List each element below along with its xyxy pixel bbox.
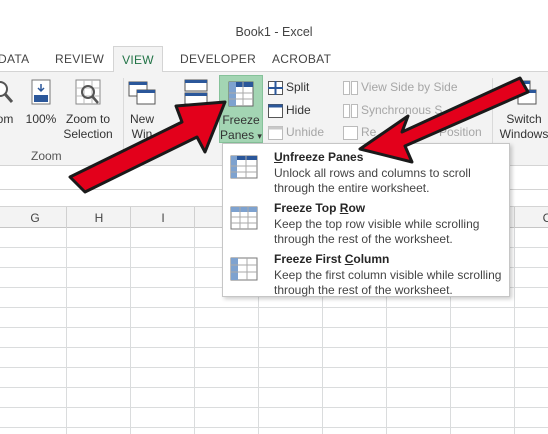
- menu-item-freeze-top-row[interactable]: Freeze Top Row Keep the top row visible …: [223, 196, 509, 246]
- chevron-down-icon: ▾: [257, 131, 262, 141]
- reset-position-label-end: Position: [439, 125, 482, 139]
- freeze-panes-line1: Freeze: [222, 113, 260, 127]
- hide-window-icon: [268, 103, 283, 118]
- column-header-h[interactable]: H: [84, 211, 114, 225]
- freeze-top-row-description: Keep the top row visible while scrolling…: [274, 217, 480, 246]
- reset-position-label-start: Re: [361, 125, 377, 139]
- freeze-panes-menu: Unfreeze Panes Unlock all rows and colum…: [222, 143, 510, 297]
- zoom-to-selection-line2: Selection: [63, 127, 113, 141]
- switch-windows-button[interactable]: Switch Windows: [497, 78, 548, 142]
- synchronous-scrolling-button[interactable]: Synchronous S: [343, 103, 442, 118]
- new-window-line1: New: [129, 112, 154, 126]
- new-window-icon: [128, 81, 156, 105]
- hide-label: Hide: [286, 103, 311, 117]
- zoom-group-label: Zoom: [31, 149, 62, 163]
- zoom-label: om: [0, 112, 14, 126]
- freeze-top-row-icon: [230, 206, 258, 230]
- window-title: Book1 - Excel: [235, 25, 313, 39]
- new-window-button[interactable]: New Win: [122, 78, 162, 142]
- side-by-side-icon: [343, 80, 358, 95]
- magnifier-icon: [0, 81, 14, 103]
- top-strip: [0, 0, 548, 18]
- unhide-window-icon: [268, 125, 283, 140]
- unfreeze-panes-icon: [230, 155, 258, 179]
- arrange-all-icon: [184, 79, 208, 105]
- switch-windows-icon: [511, 80, 537, 105]
- view-side-by-side-label: View Side by Side: [361, 80, 458, 94]
- menu-item-unfreeze-panes[interactable]: Unfreeze Panes Unlock all rows and colum…: [223, 145, 509, 195]
- hide-button[interactable]: Hide: [268, 103, 311, 118]
- zoom-100-label: 100%: [25, 112, 57, 126]
- freeze-first-column-description: Keep the first column visible while scro…: [274, 268, 502, 297]
- zoom-button[interactable]: om: [0, 78, 18, 127]
- reset-position-icon: [343, 125, 358, 140]
- zoom-to-selection-button[interactable]: Zoom to Selection: [60, 78, 116, 142]
- freeze-first-column-icon: [230, 257, 258, 281]
- freeze-top-row-title: Freeze Top Row: [274, 201, 366, 215]
- zoom-100-button[interactable]: 100%: [24, 78, 58, 127]
- split-button[interactable]: Split: [268, 80, 309, 95]
- tab-developer[interactable]: DEVELOPER: [180, 52, 256, 66]
- freeze-panes-button[interactable]: Freeze Panes ▾: [219, 75, 263, 143]
- title-bar: Book1 - Excel: [0, 18, 548, 46]
- freeze-panes-line2: Panes: [220, 128, 255, 142]
- zoom-to-selection-line1: Zoom to: [65, 112, 110, 126]
- freeze-panes-icon: [228, 81, 254, 107]
- new-window-line2: Win: [131, 127, 153, 141]
- synchronous-scrolling-label: Synchronous S: [361, 103, 443, 117]
- unhide-label: Unhide: [286, 125, 325, 139]
- column-header-i[interactable]: I: [148, 211, 178, 225]
- arrange-all-button[interactable]: [178, 78, 214, 112]
- zoom-100-icon: [31, 79, 51, 105]
- ribbon-tabs: DATA REVIEW VIEW DEVELOPER ACROBAT: [0, 46, 548, 73]
- split-label: Split: [286, 80, 310, 94]
- freeze-first-column-title: Freeze First Column: [274, 252, 390, 266]
- unfreeze-panes-title: Unfreeze Panes: [274, 150, 364, 164]
- column-header-g[interactable]: G: [20, 211, 50, 225]
- unfreeze-panes-description: Unlock all rows and columns to scroll th…: [274, 166, 471, 195]
- tab-data[interactable]: DATA: [0, 52, 29, 66]
- zoom-to-selection-icon: [75, 79, 101, 105]
- view-side-by-side-button[interactable]: View Side by Side: [343, 80, 458, 95]
- split-icon: [268, 80, 283, 95]
- tab-acrobat[interactable]: ACROBAT: [272, 52, 331, 66]
- switch-windows-line2: Windows: [499, 127, 548, 141]
- tab-view[interactable]: VIEW: [113, 46, 163, 73]
- tab-review[interactable]: REVIEW: [55, 52, 104, 66]
- column-header-partial[interactable]: C: [532, 211, 548, 225]
- switch-windows-line1: Switch: [506, 112, 542, 126]
- sync-scroll-icon: [343, 103, 358, 118]
- reset-window-position-button[interactable]: Re: [343, 125, 376, 140]
- unhide-button[interactable]: Unhide: [268, 125, 324, 140]
- menu-item-freeze-first-column[interactable]: Freeze First Column Keep the first colum…: [223, 247, 509, 297]
